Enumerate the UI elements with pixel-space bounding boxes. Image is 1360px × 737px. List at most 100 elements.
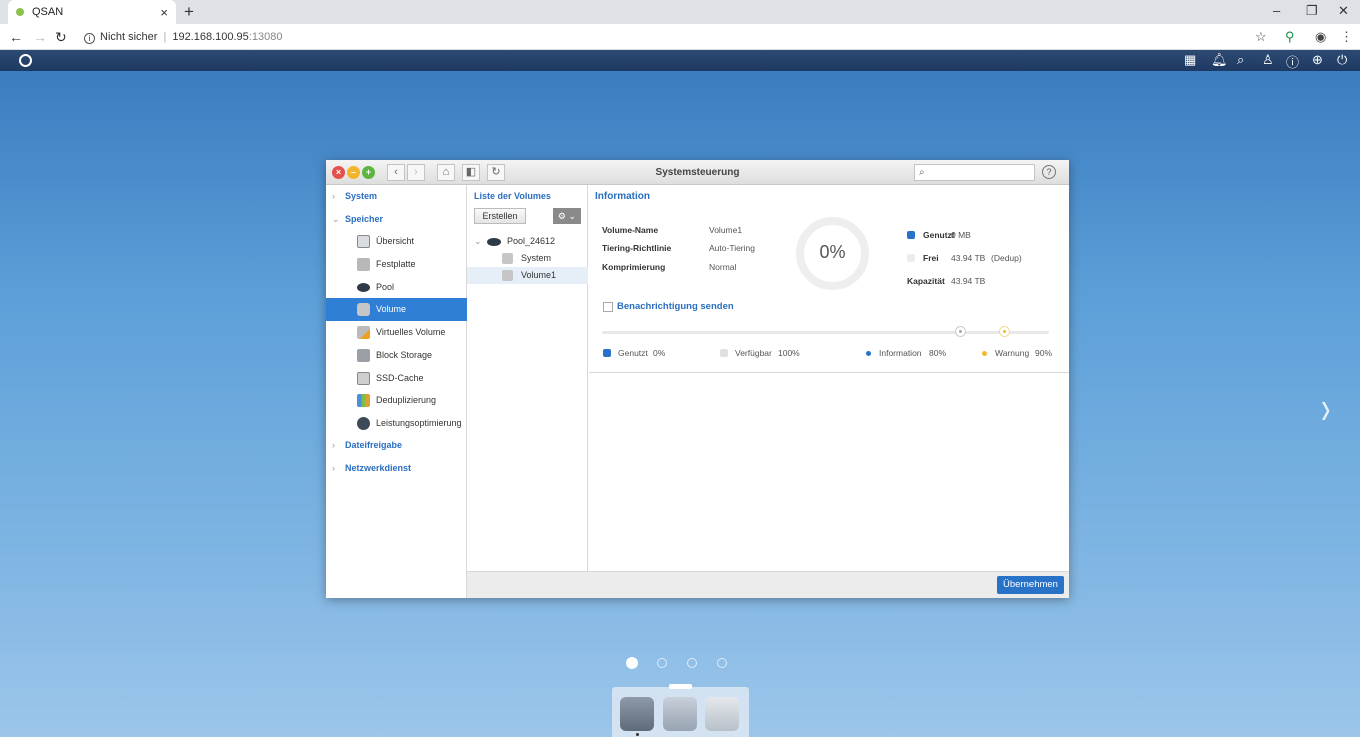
used-legend-swatch — [907, 231, 915, 239]
settings-menu-button[interactable]: ⚙ ⌄ — [553, 208, 581, 224]
tab-title: QSAN — [32, 6, 64, 18]
forward-icon[interactable]: → — [33, 29, 47, 45]
window-close-icon[interactable]: ✕ — [1338, 3, 1349, 19]
volume-icon — [357, 303, 370, 316]
notification-bell-icon[interactable]: 🔔︎ — [1211, 52, 1228, 68]
volume-list-title: Liste der Volumes — [474, 191, 551, 201]
page-dot-1[interactable] — [626, 657, 638, 669]
apply-button[interactable]: Übernehmen — [997, 576, 1064, 594]
app-grid-icon[interactable] — [663, 697, 697, 731]
back-icon[interactable]: ← — [9, 29, 23, 45]
address-bar: ← → ↻ i Nicht sicher | 192.168.100.95:13080… — [0, 24, 1360, 50]
restore-icon[interactable]: ❐ — [1306, 3, 1318, 19]
window-footer: Übernehmen — [467, 571, 1069, 598]
virtual-volume-icon — [357, 326, 370, 339]
pool-icon — [487, 238, 501, 246]
sidebar-item-festplatte[interactable]: Festplatte — [326, 253, 467, 276]
user-icon[interactable]: ♙ — [1262, 52, 1274, 68]
profile-icon[interactable]: ◉ — [1315, 29, 1326, 45]
sidebar-group-netzwerkdienst[interactable]: › Netzwerkdienst — [326, 458, 467, 478]
info-icon[interactable]: i — [84, 33, 95, 44]
chevron-right-icon: › — [332, 463, 335, 473]
recycle-bin-icon[interactable] — [705, 697, 739, 731]
dock-handle[interactable] — [669, 684, 692, 689]
tab-close-icon[interactable]: × — [160, 5, 168, 20]
sidebar-item-virtuelles-volume[interactable]: Virtuelles Volume — [326, 321, 467, 344]
reload-icon[interactable]: ↻ — [55, 29, 67, 46]
tree-item-pool[interactable]: ⌄ Pool_24612 — [467, 233, 588, 250]
information-threshold-handle[interactable] — [954, 326, 966, 337]
language-globe-icon[interactable]: ⊕ — [1312, 52, 1323, 68]
used-swatch — [603, 349, 611, 357]
capacity-value: 43.94 TB — [951, 276, 986, 286]
field-compression-label: Komprimierung — [602, 262, 666, 272]
qsan-logo-icon[interactable] — [19, 54, 32, 67]
sidebar-group-speicher[interactable]: ⌄ Speicher — [326, 209, 467, 229]
tree-item-label: Volume1 — [521, 270, 557, 280]
volume-details: Information Volume-Name Volume1 Tiering-… — [589, 185, 1069, 571]
create-button[interactable]: Erstellen — [474, 208, 526, 224]
window-search-input[interactable]: ⌕ — [914, 164, 1035, 181]
pool-icon — [357, 283, 370, 292]
details-title: Information — [595, 191, 650, 202]
page-dot-3[interactable] — [687, 658, 697, 668]
free-legend-swatch — [907, 254, 915, 262]
favicon-icon — [16, 8, 24, 16]
field-tiering-value: Auto-Tiering — [709, 243, 755, 253]
next-page-arrow-icon[interactable]: › — [1321, 380, 1330, 434]
tree-item-volume1[interactable]: Volume1 — [467, 267, 588, 284]
details-divider — [589, 372, 1069, 373]
bottom-information-pct: 80% — [929, 348, 947, 358]
notify-checkbox[interactable] — [603, 302, 613, 312]
url-field[interactable]: i Nicht sicher | 192.168.100.95:13080 — [84, 31, 282, 44]
browser-tab[interactable]: QSAN × — [8, 0, 176, 24]
sidebar-item-uebersicht[interactable]: Übersicht — [326, 230, 467, 253]
extension-icon[interactable]: ⚲ — [1285, 29, 1295, 45]
page-dot-2[interactable] — [657, 658, 667, 668]
sidebar-item-deduplizierung[interactable]: Deduplizierung — [326, 389, 467, 412]
system-control-window: × – + ‹ › ⌂ ◧ ↻ Systemsteuerung ⌕ ? › Sys… — [326, 160, 1069, 598]
sidebar-group-system[interactable]: › System — [326, 186, 467, 206]
ssd-icon — [357, 372, 370, 385]
volume-list-panel: Liste der Volumes Erstellen ⚙ ⌄ ⌄ Pool_2… — [467, 185, 588, 571]
free-legend-note: (Dedup) — [991, 253, 1022, 263]
used-legend-label: Genutzt — [923, 230, 955, 240]
chevron-down-icon: ⌄ — [568, 211, 577, 221]
information-swatch — [866, 351, 871, 356]
capacity-label: Kapazität — [907, 276, 945, 286]
security-label: Nicht sicher — [100, 31, 158, 43]
block-storage-icon — [357, 349, 370, 362]
sidebar-item-block-storage[interactable]: Block Storage — [326, 344, 467, 367]
notify-label[interactable]: Benachrichtigung senden — [617, 301, 734, 312]
bottom-warning-label: Warnung — [995, 348, 1030, 358]
help-icon[interactable]: ? — [1042, 165, 1056, 179]
new-tab-button[interactable]: + — [184, 2, 194, 22]
sidebar-group-dateifreigabe[interactable]: › Dateifreigabe — [326, 435, 467, 455]
sidebar-item-ssd-cache[interactable]: SSD-Cache — [326, 367, 467, 390]
apps-grid-icon[interactable]: ▦ — [1184, 52, 1196, 68]
sidebar-item-volume[interactable]: Volume — [326, 298, 467, 321]
warning-threshold-handle[interactable] — [999, 326, 1011, 337]
power-icon[interactable]: ⏻ — [1337, 52, 1347, 68]
field-volume-name-value: Volume1 — [709, 225, 743, 235]
tree-item-system[interactable]: System — [467, 250, 588, 267]
used-legend-value: 0 MB — [951, 230, 971, 240]
chevron-down-icon: ⌄ — [332, 214, 340, 224]
bookmark-star-icon[interactable]: ☆ — [1255, 29, 1267, 45]
chevron-down-icon: ⌄ — [474, 236, 482, 246]
minimize-icon[interactable]: – — [1273, 3, 1280, 18]
bottom-used-label: Genutzt — [618, 348, 648, 358]
browser-tabbar: QSAN × + – ❐ ✕ — [0, 0, 1360, 24]
volume-icon — [502, 270, 513, 281]
page-dot-4[interactable] — [717, 658, 727, 668]
disk-icon — [357, 258, 370, 271]
help-icon[interactable]: ⓘ — [1286, 52, 1299, 71]
sidebar-item-pool[interactable]: Pool — [326, 276, 467, 299]
search-icon: ⌕ — [919, 167, 925, 178]
chevron-right-icon: › — [332, 440, 335, 450]
search-icon[interactable]: ⌕ — [1237, 52, 1244, 68]
control-panel-icon[interactable] — [620, 697, 654, 731]
sidebar-item-leistungsoptimierung[interactable]: Leistungsoptimierung — [326, 412, 467, 435]
menu-icon[interactable]: ⋮ — [1340, 29, 1353, 45]
running-indicator — [636, 733, 639, 736]
